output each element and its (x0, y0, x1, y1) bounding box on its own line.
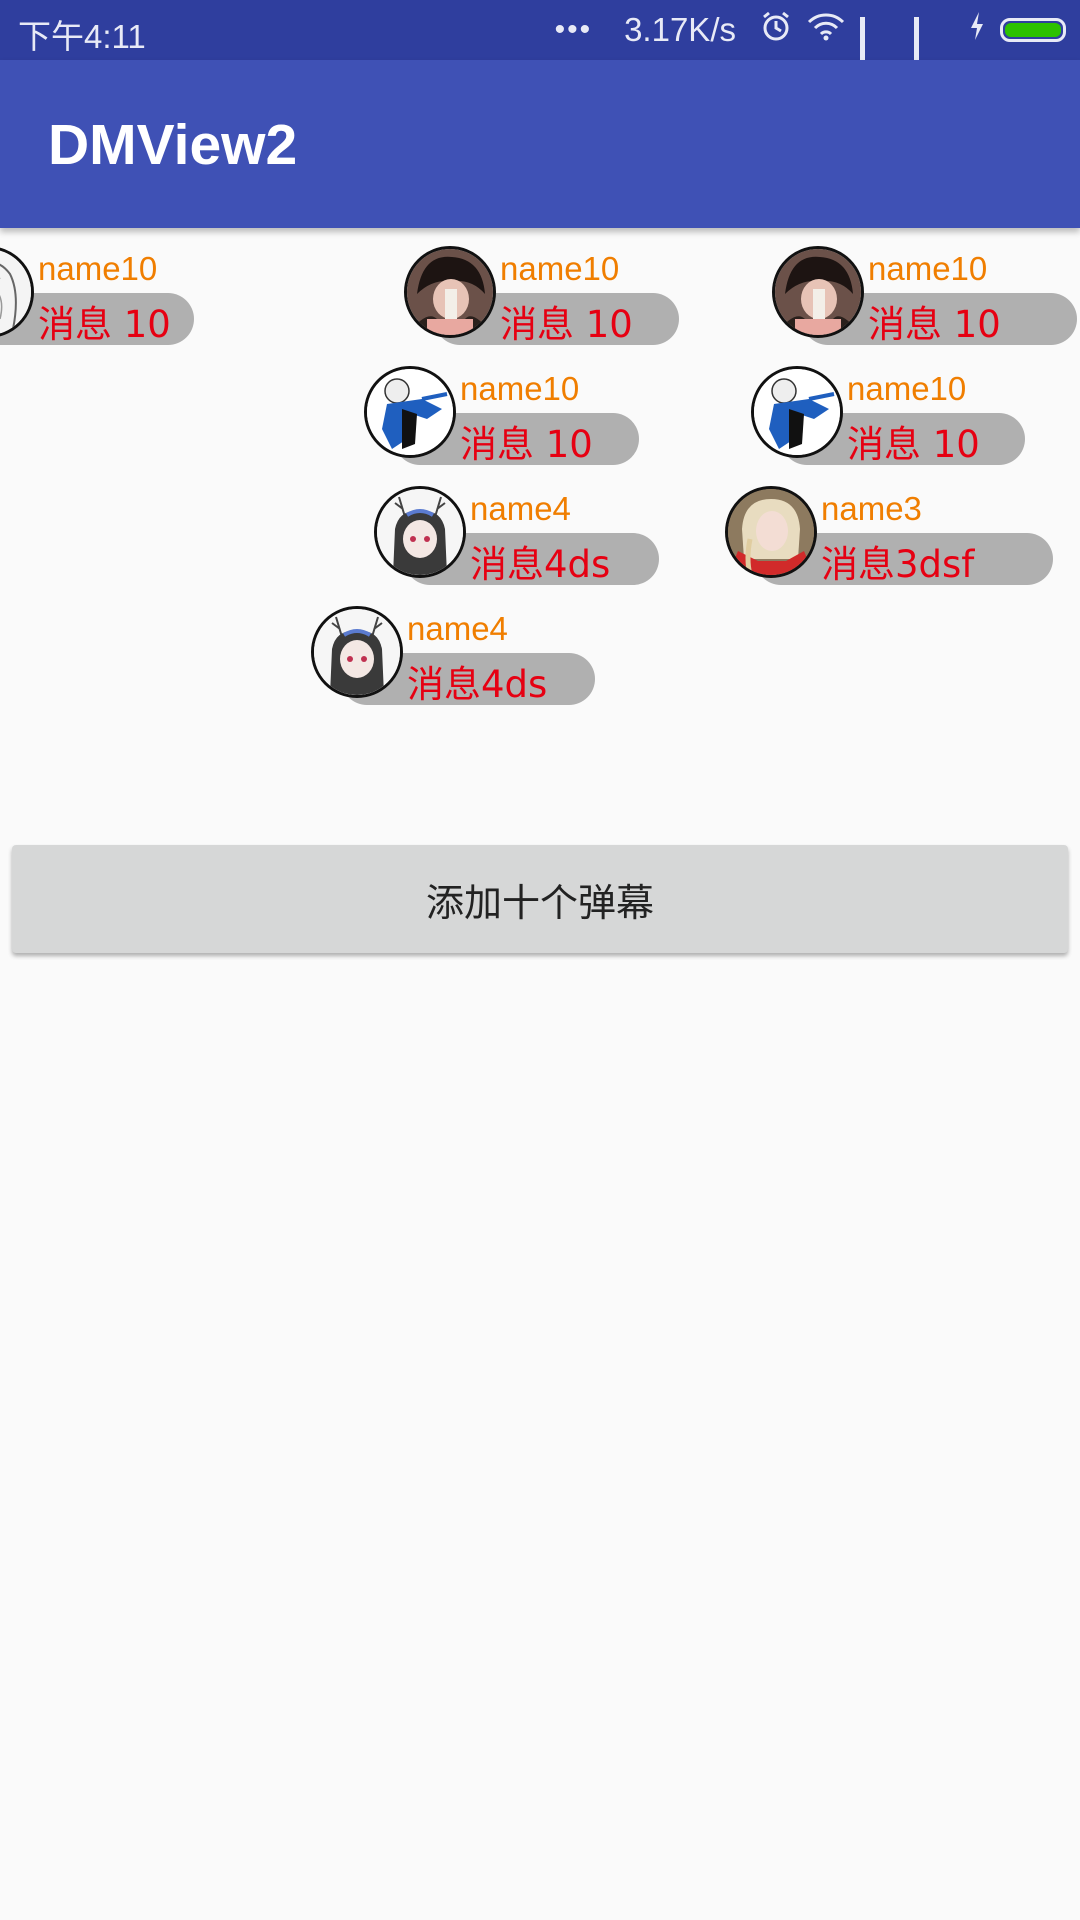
battery-icon (1000, 18, 1066, 42)
charging-icon (968, 10, 986, 50)
danmaku-name: name4 (470, 490, 571, 527)
danmaku-item: name4 消息4ds (311, 598, 595, 706)
ellipsis-icon: ••• (554, 13, 593, 46)
status-time: 下午4:11 (18, 18, 146, 55)
danmaku-name: name3 (821, 490, 922, 527)
danmaku-message: 消息 10 (847, 423, 980, 466)
signal-icon (914, 17, 954, 97)
danmaku-item: name4 消息4ds (374, 478, 659, 586)
danmaku-message: 消息3dsf (821, 543, 975, 586)
danmaku-name: name10 (38, 250, 158, 287)
wifi-icon (806, 10, 846, 50)
app-title: DMView2 (48, 113, 298, 177)
danmaku-name: name10 (460, 370, 580, 407)
danmaku-item: name3 消息3dsf (725, 478, 1053, 586)
network-speed: 3.17K/s (624, 11, 736, 48)
danmaku-message: 消息 10 (460, 423, 593, 466)
alarm-icon (760, 10, 792, 50)
blue-character-avatar (751, 366, 843, 458)
danmaku-item: name10 消息 10 (404, 238, 684, 346)
danmaku-message: 消息4ds (407, 663, 548, 706)
danmaku-item: name10 消息 10 (751, 358, 1031, 466)
blonde-woman-avatar (725, 486, 817, 578)
dark-hair-avatar (772, 246, 864, 338)
signal-icon (860, 17, 900, 97)
antler-girl-avatar (311, 606, 403, 698)
status-bar: 下午4:11 ••• 3.17K/s (0, 0, 1080, 97)
danmaku-name: name10 (500, 250, 620, 287)
danmaku-message: 消息 10 (500, 303, 633, 346)
danmaku-area: name10 消息 10 name10 消息 10 name10 消息 10 n… (0, 228, 1080, 828)
danmaku-message: 消息4ds (470, 543, 611, 586)
danmaku-message: 消息 10 (38, 303, 171, 346)
danmaku-item: name10 消息 10 (364, 358, 644, 466)
status-icons: ••• 3.17K/s (554, 0, 1066, 97)
antler-girl-avatar (374, 486, 466, 578)
danmaku-message: 消息 10 (868, 303, 1001, 346)
dark-hair-avatar (404, 246, 496, 338)
app-bar: DMView2 (0, 60, 1080, 228)
danmaku-name: name4 (407, 610, 508, 647)
blue-character-avatar (364, 366, 456, 458)
danmaku-name: name10 (868, 250, 988, 287)
add-ten-danmaku-button[interactable]: 添加十个弹幕 (12, 845, 1068, 953)
danmaku-item: name10 消息 10 (0, 238, 222, 346)
danmaku-name: name10 (847, 370, 967, 407)
danmaku-item: name10 消息 10 (772, 238, 1077, 346)
